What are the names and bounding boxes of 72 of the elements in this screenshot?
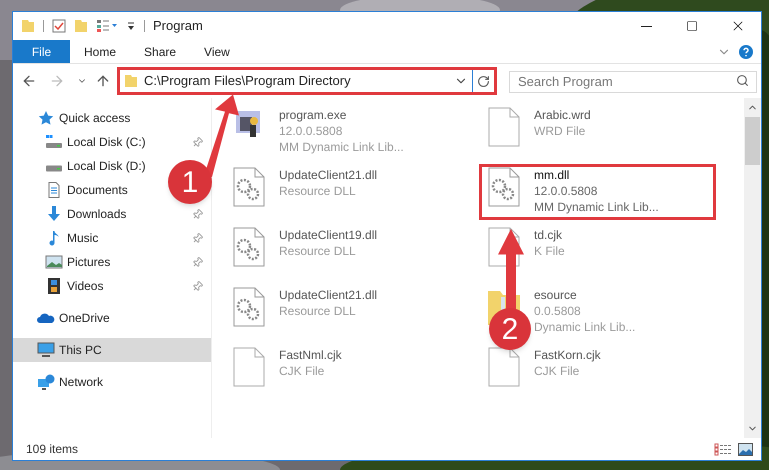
settings-file-icon [233,167,265,207]
settings-file-icon [233,227,265,267]
file-detail: K File [534,243,565,259]
file-name[interactable]: UpdateClient19.dll [279,227,378,243]
scrollbar-thumb[interactable] [745,117,760,165]
file-name[interactable]: esource [534,287,636,303]
sidebar-item[interactable]: Videos [45,277,104,295]
sidebar-item[interactable]: Quick access [37,109,130,127]
up-icon[interactable] [95,73,111,89]
sidebar-item[interactable]: OneDrive [37,309,110,327]
file-icon [488,107,520,147]
file-name[interactable]: mm.dll [534,167,659,183]
file-detail: Resource DLL [279,303,357,319]
file-detail: CJK File [534,363,580,379]
maximize-icon [686,20,698,32]
file-detail: Resource DLL [279,183,357,199]
file-detail: MM Dynamic Link Lib... [534,199,659,215]
computer-icon [37,342,55,358]
network-icon [37,374,55,390]
dropdown-icon[interactable] [126,20,136,32]
file-detail: Dynamic Link Lib... [534,319,636,335]
film-icon [45,278,63,294]
file-detail: 0.0.5808 [534,303,582,319]
sidebar-item[interactable]: Downloads [45,205,126,223]
item-count: 109 items [26,441,78,458]
sidebar-item[interactable]: Local Disk (D:) [45,157,146,175]
scrollbar[interactable] [744,98,761,438]
download-icon [45,206,63,222]
large-icons-view-icon[interactable] [738,442,753,456]
search-field[interactable]: Search Program [509,70,757,92]
address-bar[interactable]: C:\Program Files\Program Directory [117,67,497,95]
refresh-icon[interactable] [477,74,490,88]
sidebar-item[interactable]: Music [45,229,98,247]
search-icon [736,74,749,87]
sidebar-item[interactable]: Pictures [45,253,110,271]
sidebar-item[interactable]: Local Disk (C:) [45,133,146,151]
settings-file-icon [233,287,265,327]
file-name[interactable]: UpdateClient21.dll [279,167,378,183]
file-detail: 12.0.0.5808 [279,123,344,139]
help-icon[interactable] [739,44,753,58]
ribbon-tab[interactable]: File [13,40,70,63]
drive-icon [45,165,63,172]
file-name[interactable]: FastNml.cjk [279,347,342,363]
file-detail: WRD File [534,123,586,139]
window-title: Program [153,17,203,36]
settings-file-icon [488,167,520,207]
checklist-icon[interactable] [52,19,66,33]
file-detail: 12.0.0.5808 [534,183,598,199]
file-icon [488,347,520,387]
file-detail: CJK File [279,363,326,379]
file-detail: MM Dynamic Link Lib... [279,139,404,155]
file-name[interactable]: FastKorn.cjk [534,347,601,363]
ribbon-tab[interactable]: View [190,40,244,63]
sidebar-item[interactable]: Documents [45,181,128,199]
file-name[interactable]: program.exe [279,107,404,123]
file-name[interactable]: Arabic.wrd [534,107,591,123]
picture-icon [45,254,63,270]
file-detail: Resource DLL [279,243,357,259]
star-icon [37,110,55,126]
folder-icon [124,74,138,88]
sidebar-item[interactable]: Network [37,373,104,391]
sidebar-item[interactable]: This PC [37,341,102,359]
properties-icon[interactable] [96,19,118,33]
address-path: C:\Program Files\Program Directory [144,72,351,90]
details-view-icon[interactable] [714,442,732,456]
file-name[interactable]: td.cjk [534,227,565,243]
drive-icon [45,134,63,150]
file-icon [233,347,265,387]
ribbon-tab[interactable]: Home [70,40,130,63]
file-name[interactable]: UpdateClient21.dll [279,287,378,303]
ribbon-tab[interactable]: Share [130,40,190,63]
back-icon[interactable] [21,73,37,89]
